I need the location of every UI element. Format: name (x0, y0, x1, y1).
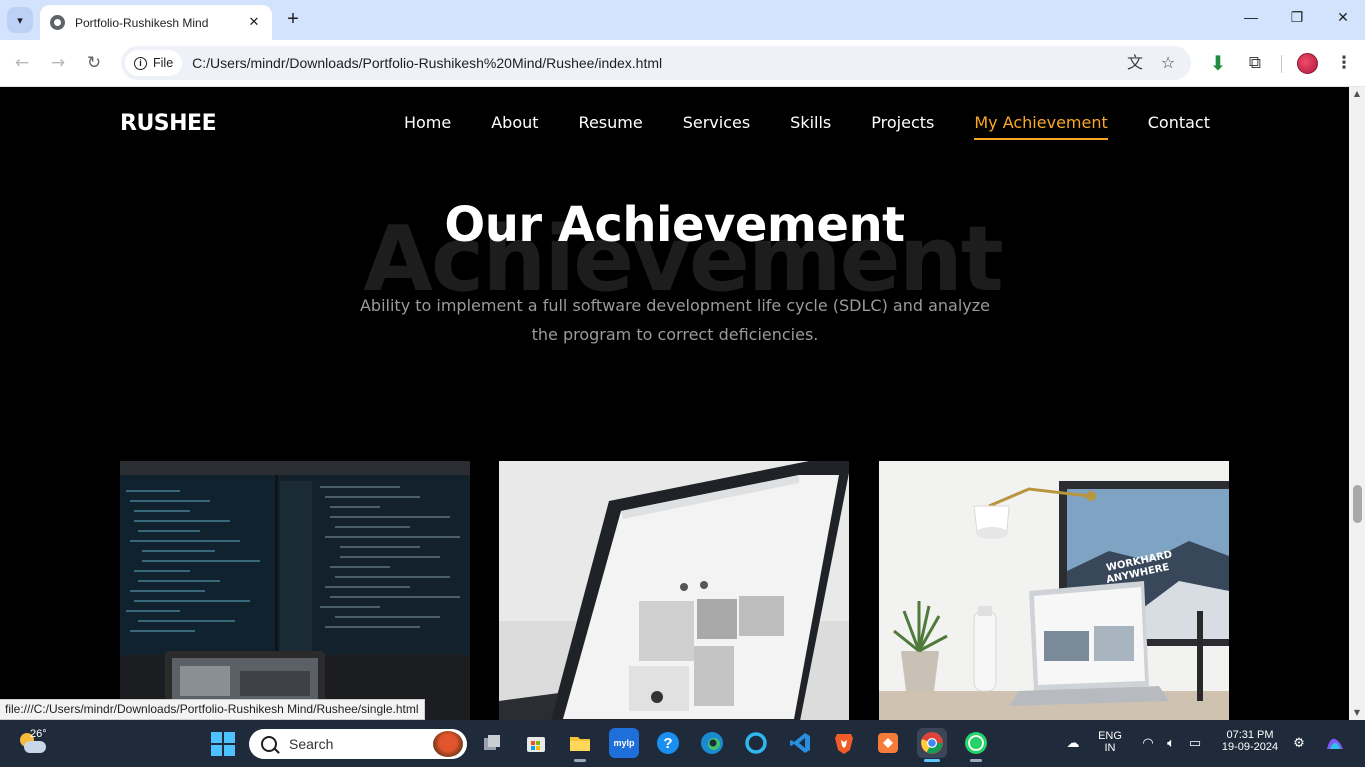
translate-icon[interactable]: 文 (1124, 52, 1146, 74)
url-text[interactable]: C:/Users/mindr/Downloads/Portfolio-Rushi… (192, 55, 662, 71)
active-app-indicator (574, 759, 586, 762)
site-nav: Home About Resume Services Skills Projec… (404, 113, 1210, 140)
edge-browser-icon[interactable] (697, 728, 727, 758)
section-heading: Our Achievement (444, 197, 905, 253)
laptop-website-photo (499, 461, 849, 720)
copilot-icon[interactable] (1323, 735, 1347, 753)
profile-avatar[interactable] (1297, 53, 1318, 74)
wifi-icon[interactable]: ◠ (1139, 735, 1157, 753)
svg-text:?: ? (663, 735, 672, 752)
windows-start-icon[interactable] (211, 732, 235, 756)
scroll-down-icon[interactable]: ▼ (1349, 706, 1365, 720)
active-app-indicator (924, 759, 940, 762)
bookmark-star-icon[interactable]: ☆ (1157, 52, 1179, 74)
achievement-card-2[interactable] (499, 461, 849, 720)
search-highlight-icon (433, 731, 463, 757)
minimize-icon[interactable]: — (1239, 9, 1263, 31)
webpage-viewport: RUSHEE Home About Resume Services Skills… (0, 87, 1349, 720)
language-indicator[interactable]: ENG IN (1096, 730, 1124, 754)
vscode-icon[interactable] (785, 728, 815, 758)
link-status-bubble: file:///C:/Users/mindr/Downloads/Portfol… (0, 699, 425, 720)
file-explorer-icon[interactable] (565, 728, 595, 762)
tab-search-chevron-icon[interactable]: ▾ (7, 7, 33, 33)
windows-taskbar: 26° Search mylp ? ☁ ENG IN ◠ 🔈︎ ▭ 07:31 … (0, 720, 1365, 767)
nav-skills[interactable]: Skills (790, 113, 831, 140)
info-icon: i (134, 56, 147, 70)
site-logo[interactable]: RUSHEE (120, 111, 217, 136)
search-icon (261, 736, 277, 752)
nav-contact[interactable]: Contact (1148, 113, 1210, 140)
back-arrow-icon[interactable]: ← (11, 52, 33, 74)
achievement-card-3[interactable]: WORKHARD ANYWHERE (879, 461, 1229, 720)
whatsapp-icon[interactable] (961, 728, 991, 762)
clock-time: 07:31 PM (1226, 729, 1274, 741)
cortana-icon[interactable] (741, 728, 771, 758)
download-arrow-icon[interactable]: ⬇ (1206, 51, 1230, 75)
nav-home[interactable]: Home (404, 113, 451, 140)
task-view-icon[interactable] (477, 728, 507, 758)
nav-resume[interactable]: Resume (579, 113, 643, 140)
microsoft-store-icon[interactable] (521, 728, 551, 758)
taskbar-search[interactable]: Search (249, 729, 467, 759)
nav-my-achievement[interactable]: My Achievement (974, 113, 1108, 140)
brave-browser-icon[interactable] (829, 728, 859, 758)
weather-temperature: 26° (30, 728, 47, 740)
clock[interactable]: 07:31 PM 19-09-2024 (1216, 729, 1284, 753)
window-close-icon[interactable]: ✕ (1331, 9, 1355, 31)
nav-services[interactable]: Services (683, 113, 750, 140)
mylp-app-icon[interactable]: mylp (609, 728, 639, 758)
page-scrollbar[interactable]: ▲ ▼ (1349, 87, 1365, 720)
clock-date: 19-09-2024 (1221, 741, 1279, 753)
tab-close-icon[interactable]: ✕ (246, 15, 262, 30)
achievement-card-1[interactable] (120, 461, 470, 720)
scroll-up-icon[interactable]: ▲ (1349, 87, 1365, 101)
volume-icon[interactable]: 🔈︎ (1162, 735, 1180, 753)
scroll-thumb[interactable] (1353, 485, 1362, 523)
cloud-icon (24, 741, 46, 753)
browser-toolbar: ← → ↻ i File C:/Users/mindr/Downloads/Po… (0, 40, 1365, 87)
language-code: ENG (1098, 730, 1122, 742)
orange-app-icon[interactable] (873, 728, 903, 758)
onedrive-warning-icon[interactable]: ☁ (1064, 735, 1082, 753)
taskbar-search-label: Search (289, 736, 334, 752)
language-region: IN (1104, 742, 1116, 754)
notification-bell-icon[interactable]: ⚙ (1290, 735, 1308, 753)
menu-kebab-icon[interactable]: ⋮ (1332, 51, 1356, 75)
section-description: Ability to implement a full software dev… (359, 296, 990, 344)
code-monitors-photo (120, 461, 470, 720)
extensions-puzzle-icon[interactable]: ⧉ (1243, 51, 1267, 75)
chrome-browser-icon[interactable] (917, 728, 947, 762)
site-info-label: File (153, 56, 174, 70)
toolbar-divider (1281, 55, 1282, 73)
browser-tab-strip: ▾ Portfolio-Rushikesh Mind ✕ + — ❐ ✕ (0, 0, 1365, 40)
battery-icon[interactable]: ▭ (1186, 735, 1204, 753)
nav-projects[interactable]: Projects (871, 113, 934, 140)
site-info-chip[interactable]: i File (125, 50, 183, 76)
globe-icon (50, 15, 65, 30)
reload-icon[interactable]: ↻ (83, 52, 105, 74)
desk-lamp-laptop-photo: WORKHARD ANYWHERE (879, 461, 1229, 720)
restore-icon[interactable]: ❐ (1285, 9, 1309, 31)
help-icon[interactable]: ? (653, 728, 683, 758)
forward-arrow-icon[interactable]: → (47, 52, 69, 74)
nav-about[interactable]: About (491, 113, 538, 140)
browser-tab-active[interactable]: Portfolio-Rushikesh Mind ✕ (40, 5, 272, 40)
new-tab-plus-icon[interactable]: + (282, 9, 304, 31)
tab-title: Portfolio-Rushikesh Mind (75, 15, 209, 30)
active-app-indicator (970, 759, 982, 762)
address-bar[interactable]: i File C:/Users/mindr/Downloads/Portfoli… (121, 46, 1191, 80)
